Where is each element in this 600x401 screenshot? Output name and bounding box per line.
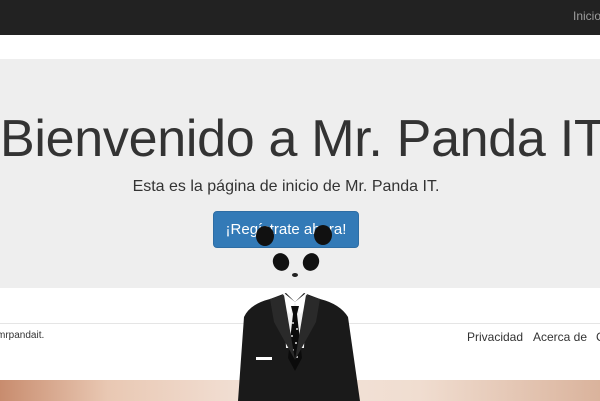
footer-link-acerca-de[interactable]: Acerca de xyxy=(533,330,587,344)
footer-link-contacto[interactable]: C xyxy=(596,330,600,344)
footer-link-privacidad[interactable]: Privacidad xyxy=(467,330,523,344)
top-navbar: Inicio xyxy=(0,0,600,35)
page-title: Bienvenido a Mr. Panda IT xyxy=(0,110,600,168)
page-subtitle: Esta es la página de inicio de Mr. Panda… xyxy=(132,178,440,195)
panda-in-suit-icon xyxy=(238,225,360,401)
nav-link-inicio[interactable]: Inicio xyxy=(573,9,600,23)
footer-copyright: mrpandait. xyxy=(0,330,45,341)
